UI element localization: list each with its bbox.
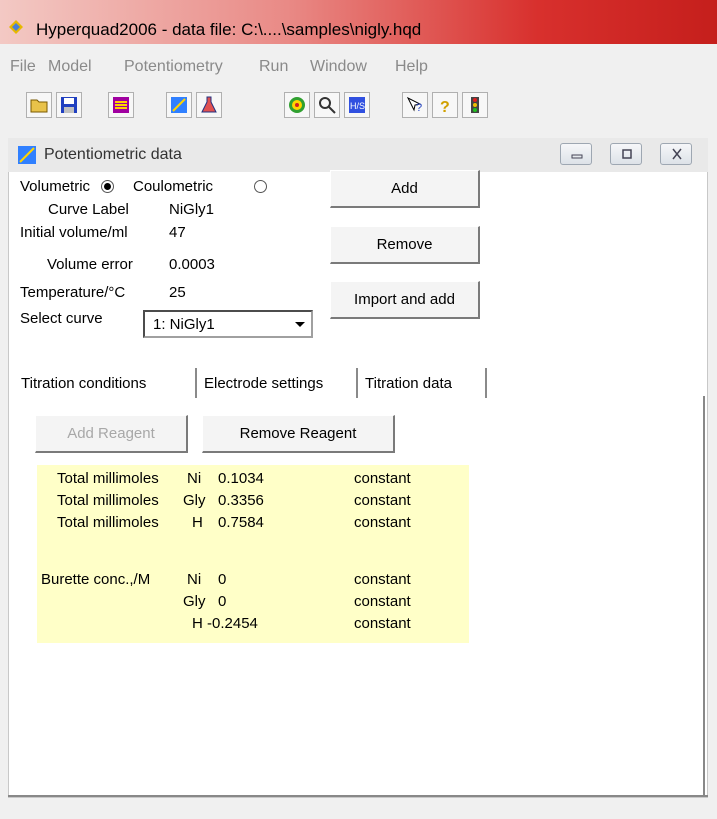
tab-titration-conditions[interactable]: Titration conditions bbox=[15, 368, 197, 398]
title-bar: Hyperquad2006 - data file: C:\....\sampl… bbox=[0, 0, 717, 44]
select-curve-dropdown[interactable]: 1: NiGly1 bbox=[143, 310, 313, 338]
potentiometry-icon[interactable] bbox=[166, 92, 192, 118]
volumetric-radio[interactable] bbox=[101, 180, 114, 193]
volume-error-label: Volume error bbox=[47, 256, 133, 273]
child-window-titlebar: Potentiometric data bbox=[8, 138, 708, 172]
context-help-icon[interactable]: ? bbox=[402, 92, 428, 118]
svg-text:?: ? bbox=[440, 99, 450, 114]
magnifier-icon[interactable] bbox=[314, 92, 340, 118]
volume-error-field[interactable]: 0.0003 bbox=[169, 256, 215, 273]
total-millimoles-label: Total millimoles bbox=[57, 492, 159, 509]
species-ni: Ni bbox=[187, 571, 202, 588]
import-and-add-button[interactable]: Import and add bbox=[330, 281, 480, 319]
remove-button[interactable]: Remove bbox=[330, 226, 480, 264]
species-ni: Ni bbox=[187, 470, 202, 487]
species-h: H bbox=[192, 615, 203, 632]
burette-ni-status[interactable]: constant bbox=[354, 571, 411, 588]
chevron-down-icon bbox=[295, 322, 305, 327]
temperature-label: Temperature/°C bbox=[20, 284, 126, 301]
burette-ni-value[interactable]: 0 bbox=[218, 571, 226, 588]
minimize-icon bbox=[571, 154, 583, 159]
coulometric-radio[interactable] bbox=[254, 180, 267, 193]
add-button[interactable]: Add bbox=[330, 170, 480, 208]
svg-text:H/S: H/S bbox=[350, 101, 365, 111]
menu-run[interactable]: Run bbox=[259, 58, 288, 76]
total-h-status[interactable]: constant bbox=[354, 514, 411, 531]
svg-text:?: ? bbox=[416, 102, 422, 114]
maximize-button[interactable] bbox=[610, 143, 642, 165]
tab-page-border-right bbox=[703, 396, 705, 796]
curve-label-field[interactable]: NiGly1 bbox=[169, 201, 214, 218]
tab-page-border-bottom bbox=[8, 795, 708, 797]
total-millimoles-label: Total millimoles bbox=[57, 514, 159, 531]
add-reagent-button[interactable]: Add Reagent bbox=[35, 415, 188, 453]
select-curve-value: 1: NiGly1 bbox=[153, 316, 215, 333]
remove-reagent-button[interactable]: Remove Reagent bbox=[202, 415, 395, 453]
burette-conc-label: Burette conc.,/M bbox=[41, 571, 151, 588]
open-folder-icon[interactable] bbox=[26, 92, 52, 118]
menu-window[interactable]: Window bbox=[310, 58, 367, 76]
total-millimoles-label: Total millimoles bbox=[57, 470, 159, 487]
burette-h-status[interactable]: constant bbox=[354, 615, 411, 632]
close-icon bbox=[672, 148, 682, 160]
menu-model[interactable]: Model bbox=[48, 58, 92, 76]
temperature-field[interactable]: 25 bbox=[169, 284, 186, 301]
potentiometry-window-icon bbox=[18, 146, 36, 164]
app-icon bbox=[9, 20, 23, 34]
burette-gly-value[interactable]: 0 bbox=[218, 593, 226, 610]
total-h-value[interactable]: 0.7584 bbox=[218, 514, 264, 531]
model-icon[interactable] bbox=[108, 92, 134, 118]
maximize-icon bbox=[622, 149, 632, 159]
species-gly: Gly bbox=[183, 593, 206, 610]
menu-potentiometry[interactable]: Potentiometry bbox=[124, 58, 223, 76]
species-gly: Gly bbox=[183, 492, 206, 509]
child-window-title: Potentiometric data bbox=[44, 146, 182, 163]
run-target-icon[interactable] bbox=[284, 92, 310, 118]
species-distribution-icon[interactable]: H/S bbox=[344, 92, 370, 118]
total-ni-value[interactable]: 0.1034 bbox=[218, 470, 264, 487]
window-title: Hyperquad2006 - data file: C:\....\sampl… bbox=[36, 20, 422, 39]
species-h: H bbox=[192, 514, 203, 531]
flask-icon[interactable] bbox=[196, 92, 222, 118]
close-button[interactable] bbox=[660, 143, 692, 165]
coulometric-label: Coulometric bbox=[133, 178, 214, 195]
help-icon[interactable]: ? bbox=[432, 92, 458, 118]
toolbar: H/S ? ? bbox=[0, 84, 717, 124]
curve-label-label: Curve Label bbox=[48, 201, 129, 218]
tab-titration-data[interactable]: Titration data bbox=[359, 368, 487, 398]
burette-h-value[interactable]: -0.2454 bbox=[207, 615, 258, 632]
reagents-panel: Total millimoles Ni 0.1034 constant Tota… bbox=[37, 465, 469, 643]
select-curve-label: Select curve bbox=[20, 310, 103, 327]
minimize-button[interactable] bbox=[560, 143, 592, 165]
total-gly-status[interactable]: constant bbox=[354, 492, 411, 509]
traffic-light-icon[interactable] bbox=[462, 92, 488, 118]
save-icon[interactable] bbox=[56, 92, 82, 118]
menu-bar: File Model Potentiometry Run Window Help bbox=[0, 54, 717, 82]
burette-gly-status[interactable]: constant bbox=[354, 593, 411, 610]
total-gly-value[interactable]: 0.3356 bbox=[218, 492, 264, 509]
total-ni-status[interactable]: constant bbox=[354, 470, 411, 487]
tab-electrode-settings[interactable]: Electrode settings bbox=[198, 368, 358, 398]
initial-volume-label: Initial volume/ml bbox=[20, 224, 128, 241]
initial-volume-field[interactable]: 47 bbox=[169, 224, 186, 241]
menu-file[interactable]: File bbox=[10, 58, 36, 76]
menu-help[interactable]: Help bbox=[395, 58, 428, 76]
volumetric-label: Volumetric bbox=[20, 178, 91, 195]
